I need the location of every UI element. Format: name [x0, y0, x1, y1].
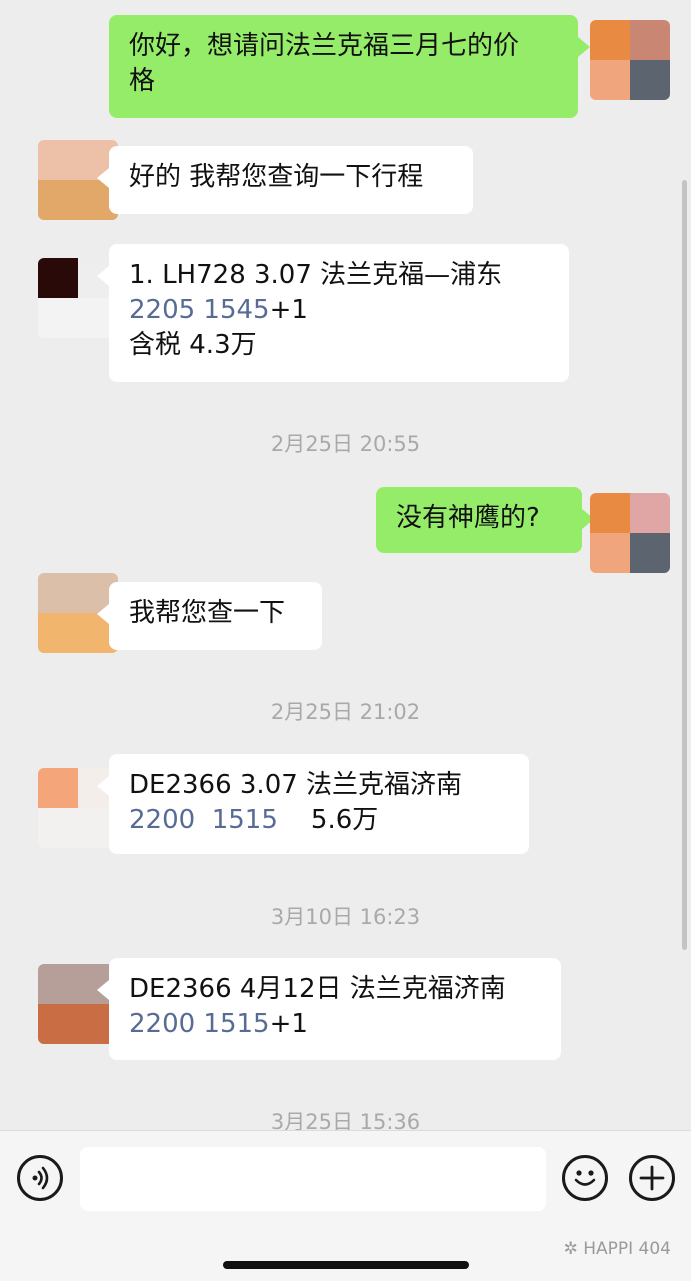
voice-icon	[32, 1166, 49, 1190]
message-text-row: 2205 1545+1	[129, 293, 549, 328]
day-offset: +1	[269, 1009, 308, 1039]
timestamp: 2月25日 21:02	[270, 700, 421, 724]
flight-times[interactable]: 2205 1545	[129, 295, 270, 325]
message-bubble-outgoing[interactable]: 你好，想请问法兰克福三月七的价 格	[109, 15, 590, 118]
message-bubble-incoming[interactable]: DE2366 3.07 法兰克福济南 2200 1515 5.6万	[97, 754, 529, 854]
chat-area[interactable]: 你好，想请问法兰克福三月七的价 格 好的 我帮您查询一下行程 1. LH728 …	[0, 0, 691, 1130]
scrollbar[interactable]	[682, 180, 687, 950]
timestamp: 2月25日 20:55	[270, 432, 421, 456]
message-text: 含税 4.3万	[129, 330, 257, 360]
flight-times[interactable]: 2200 1515	[129, 1009, 270, 1039]
input-bar: ✲ HAPPI 404	[0, 1130, 691, 1281]
timestamp: 3月25日 15:36	[270, 1110, 421, 1130]
home-indicator[interactable]	[223, 1261, 469, 1269]
message-bubble-outgoing[interactable]: 没有神鹰的?	[376, 487, 594, 553]
emoji-button[interactable]	[562, 1155, 608, 1201]
watermark-text: HAPPI 404	[583, 1239, 671, 1259]
message-bubble-incoming[interactable]: 1. LH728 3.07 法兰克福—浦东 2205 1545+1 含税 4.3…	[97, 244, 569, 382]
voice-button[interactable]	[17, 1155, 63, 1201]
message-text-row: 2200 1515+1	[129, 1007, 541, 1042]
flight-times[interactable]: 2200 1515	[129, 805, 278, 835]
message-bubble-incoming[interactable]: 好的 我帮您查询一下行程	[97, 146, 473, 214]
plus-icon	[639, 1165, 665, 1191]
message-text: DE2366 4月12日 法兰克福济南	[129, 974, 506, 1004]
message-text: 我帮您查一下	[129, 598, 286, 628]
message-text: 格	[129, 66, 156, 96]
day-offset: +1	[269, 295, 308, 325]
message-input[interactable]	[80, 1147, 546, 1211]
price: 5.6万	[277, 805, 379, 835]
message-bubble-incoming[interactable]: 我帮您查一下	[97, 582, 322, 650]
avatar-contact[interactable]	[38, 964, 118, 1044]
message-text-row: 2200 1515 5.6万	[129, 803, 509, 838]
message-text: 你好，想请问法兰克福三月七的价	[129, 31, 520, 61]
message-text: 1. LH728 3.07 法兰克福—浦东	[129, 260, 503, 290]
avatar-self[interactable]	[590, 20, 670, 100]
message-bubble-incoming[interactable]: DE2366 4月12日 法兰克福济南 2200 1515+1	[97, 958, 561, 1060]
message-text: 好的 我帮您查询一下行程	[129, 162, 424, 192]
avatar-self[interactable]	[590, 493, 670, 573]
wechat-icon: ✲	[563, 1239, 584, 1259]
emoji-icon	[574, 1170, 596, 1186]
more-button[interactable]	[629, 1155, 675, 1201]
message-text: 没有神鹰的?	[396, 503, 540, 533]
watermark: ✲ HAPPI 404	[564, 1239, 671, 1259]
message-text: DE2366 3.07 法兰克福济南	[129, 770, 463, 800]
timestamp: 3月10日 16:23	[270, 905, 421, 929]
